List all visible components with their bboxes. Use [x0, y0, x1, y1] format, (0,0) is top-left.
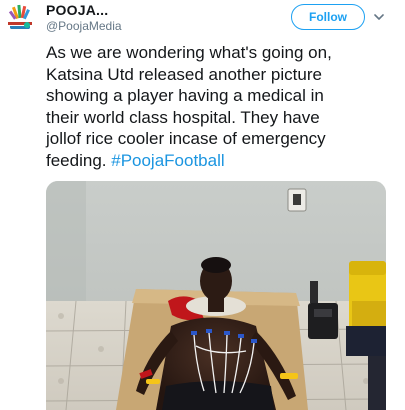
- tweet-text-segment: feeding.: [46, 150, 112, 170]
- tweet-card: POOJA... @PoojaMedia Follow As we are wo…: [0, 0, 405, 410]
- tweet-text-last-line: feeding. #PoojaFootball: [46, 150, 398, 172]
- follow-button[interactable]: Follow: [291, 4, 365, 30]
- chevron-down-icon[interactable]: [372, 10, 386, 24]
- tweet-text-line: Katsina Utd released another picture: [46, 64, 322, 84]
- avatar[interactable]: [5, 2, 35, 32]
- hashtag-link[interactable]: #PoojaFootball: [111, 151, 224, 170]
- photo-image: [46, 181, 386, 410]
- user-handle[interactable]: @PoojaMedia: [46, 19, 122, 33]
- tweet-text-line: their world class hospital. They have: [46, 107, 320, 127]
- tweet-text-line: As we are wondering what's going on,: [46, 43, 332, 62]
- tweet-text-line: showing a player having a medical in: [46, 86, 324, 106]
- tweet-text: As we are wondering what's going on, Kat…: [46, 42, 398, 172]
- tweet-text-line: jollof rice cooler incase of emergency: [46, 129, 326, 149]
- logo-icon: [5, 2, 35, 32]
- display-name[interactable]: POOJA...: [46, 2, 108, 18]
- tweet-header: POOJA... @PoojaMedia Follow: [0, 0, 405, 36]
- tweet-media-photo[interactable]: [46, 181, 386, 410]
